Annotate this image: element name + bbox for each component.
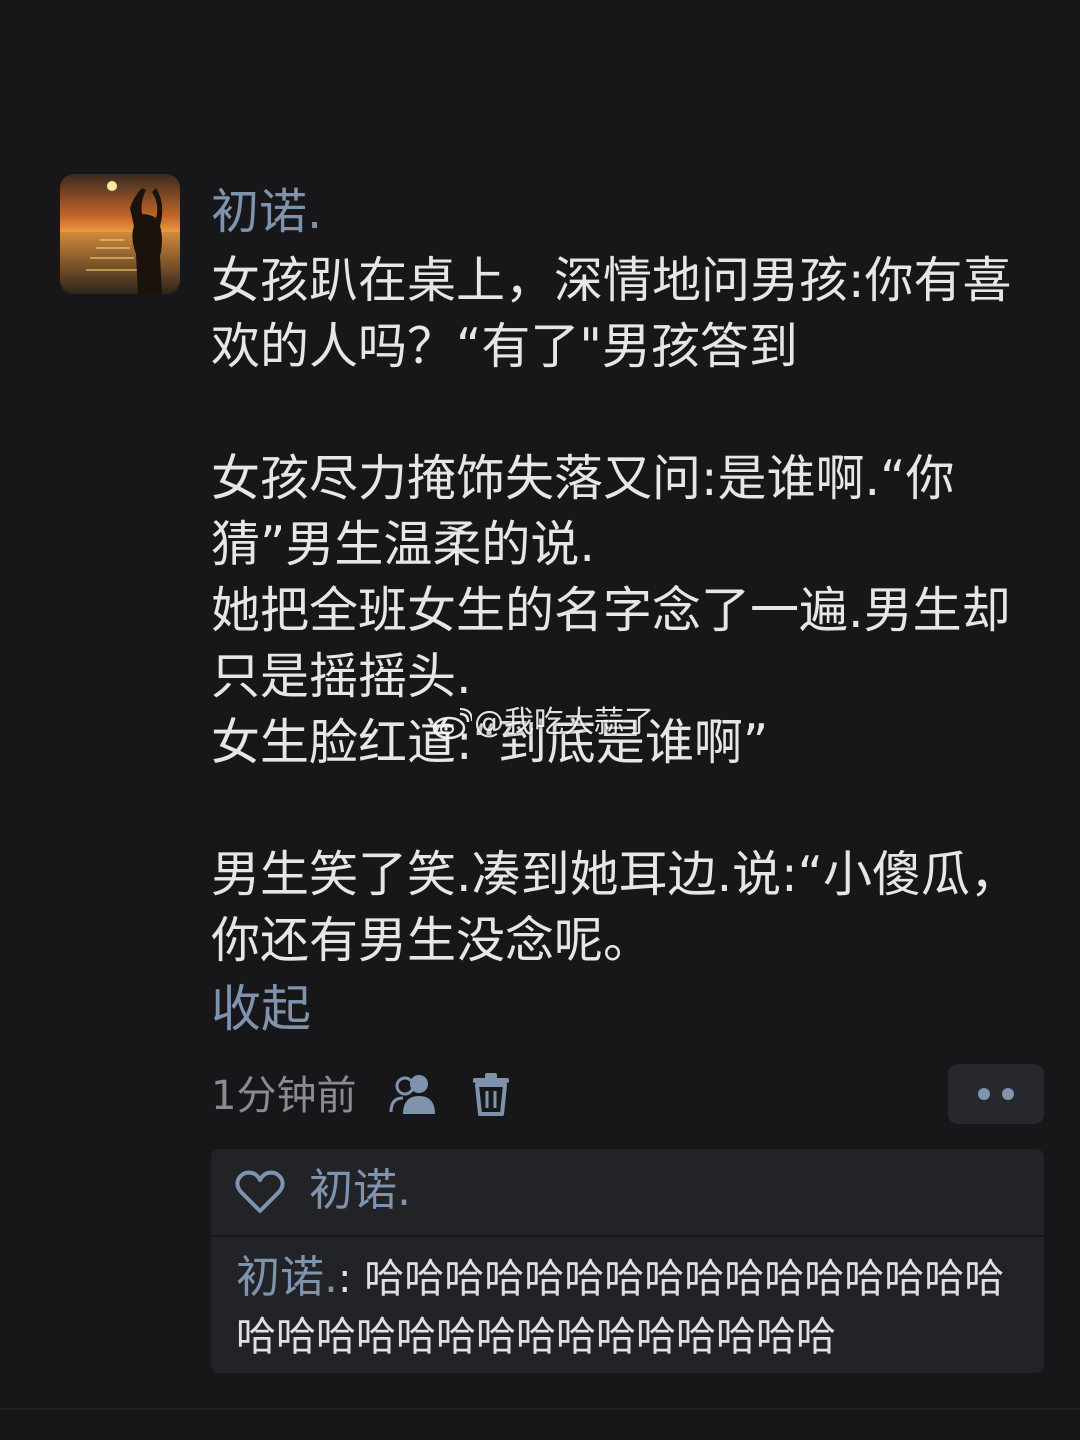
reply-separator: :: [338, 1256, 365, 1302]
post-paragraph: 男生笑了笑.凑到她耳边.说:“小傻瓜，你还有男生没念呢。: [211, 846, 1020, 969]
post-paragraph: 女孩趴在桌上，深情地问男孩:你有喜欢的人吗？“有了"男孩答到: [211, 252, 1012, 375]
liker-name[interactable]: 初诺.: [309, 1163, 411, 1219]
trash-icon[interactable]: [471, 1072, 511, 1116]
weibo-watermark: @我吃大蒜了: [432, 703, 654, 743]
post-author-name[interactable]: 初诺.: [211, 182, 322, 242]
users-icon[interactable]: [389, 1072, 437, 1116]
watermark-text: @我吃大蒜了: [474, 705, 654, 740]
sunset-avatar-image: [60, 174, 180, 294]
comment-panel: 初诺. 初诺.: 哈哈哈哈哈哈哈哈哈哈哈哈哈哈哈哈哈哈哈哈哈哈哈哈哈哈哈哈哈哈哈: [211, 1149, 1044, 1373]
post-card: 初诺. 女孩趴在桌上，深情地问男孩:你有喜欢的人吗？“有了"男孩答到 女孩尽力掩…: [0, 0, 1080, 1440]
more-dots-icon: [1002, 1088, 1014, 1100]
likes-row: 初诺.: [211, 1149, 1044, 1237]
post-timestamp: 1分钟前: [211, 1073, 357, 1119]
post-meta-row: 1分钟前: [211, 1064, 1044, 1126]
reply-author[interactable]: 初诺.: [236, 1252, 338, 1303]
post-content: 女孩趴在桌上，深情地问男孩:你有喜欢的人吗？“有了"男孩答到 女孩尽力掩饰失落又…: [211, 248, 1051, 974]
reply-comment[interactable]: 初诺.: 哈哈哈哈哈哈哈哈哈哈哈哈哈哈哈哈哈哈哈哈哈哈哈哈哈哈哈哈哈哈哈: [236, 1249, 1026, 1366]
collapse-link[interactable]: 收起: [211, 978, 311, 1040]
more-dots-icon: [978, 1088, 990, 1100]
weibo-logo-icon: [432, 707, 473, 740]
more-options-button[interactable]: [948, 1064, 1044, 1124]
avatar[interactable]: [60, 174, 180, 294]
divider: [0, 1408, 1080, 1410]
heart-icon[interactable]: [235, 1169, 285, 1215]
